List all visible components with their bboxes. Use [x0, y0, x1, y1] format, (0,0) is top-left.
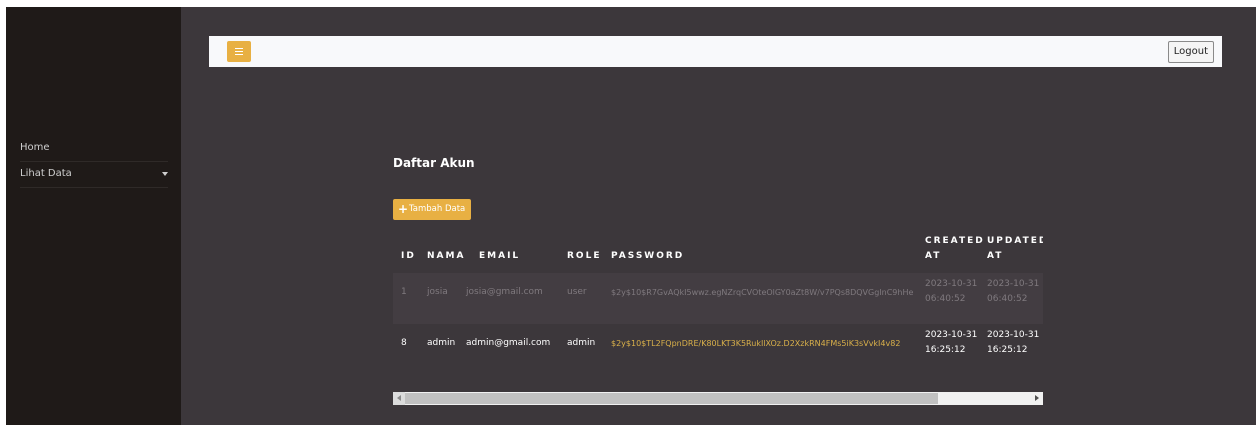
- add-data-button[interactable]: + Tambah Data: [393, 199, 471, 220]
- column-header-created-line1: CREATED: [925, 236, 985, 246]
- table-row: 8 admin admin@gmail.com admin $2y$10$TL2…: [393, 324, 1043, 375]
- cell-created-time: 06:40:52: [925, 294, 966, 304]
- sidebar-toggle-button[interactable]: [227, 41, 251, 62]
- menu-bar: [235, 48, 243, 49]
- sidebar-item-home[interactable]: Home: [20, 135, 168, 162]
- column-header-role: ROLE: [567, 251, 602, 261]
- cell-created-date: 2023-10-31: [925, 330, 978, 340]
- scrollbar-thumb[interactable]: [405, 393, 938, 404]
- column-header-nama: NAMA: [427, 251, 466, 261]
- table-horizontal-scrollbar[interactable]: [393, 392, 1043, 405]
- column-header-email: EMAIL: [479, 251, 521, 261]
- column-header-created-line2: AT: [925, 251, 942, 261]
- page-title: Daftar Akun: [393, 156, 475, 170]
- cell-password: $2y$10$R7GvAQkI5wwz.egNZrqCVOteOlGY0aZt8…: [611, 288, 914, 297]
- add-data-label: Tambah Data: [409, 204, 466, 214]
- logout-button[interactable]: Logout: [1167, 41, 1214, 63]
- cell-created-date: 2023-10-31: [925, 279, 978, 289]
- menu-bar: [235, 54, 243, 55]
- cell-created-time: 16:25:12: [925, 345, 966, 355]
- cell-email: admin@gmail.com: [466, 338, 551, 348]
- column-header-password: PASSWORD: [611, 251, 685, 261]
- cell-updated-time: 06:40:52: [987, 294, 1028, 304]
- sidebar-item-label: Home: [20, 142, 50, 153]
- cell-updated-time: 16:25:12: [987, 345, 1028, 355]
- caret-down-icon: [162, 172, 168, 176]
- cell-role: user: [567, 287, 587, 297]
- scroll-left-arrow-icon[interactable]: [393, 392, 405, 405]
- accounts-table: ID NAMA EMAIL ROLE PASSWORD CREATED AT U…: [393, 227, 1043, 387]
- sidebar-item-label: Lihat Data: [20, 168, 72, 179]
- cell-email: josia@gmail.com: [466, 287, 543, 297]
- sidebar-item-lihat-data[interactable]: Lihat Data: [20, 161, 168, 188]
- sidebar: Home Lihat Data: [6, 7, 181, 425]
- cell-id: 8: [401, 338, 407, 348]
- cell-nama: admin: [427, 338, 456, 348]
- scroll-right-arrow-icon[interactable]: [1031, 392, 1043, 405]
- plus-icon: +: [398, 202, 409, 216]
- cell-updated-date: 2023-10-31: [987, 330, 1040, 340]
- cell-id: 1: [401, 287, 407, 297]
- column-header-id: ID: [401, 251, 416, 261]
- column-header-updated-line1: UPDATED: [987, 236, 1043, 246]
- top-navbar: Logout: [209, 36, 1222, 67]
- cell-updated-date: 2023-10-31: [987, 279, 1040, 289]
- cell-nama: josia: [427, 287, 448, 297]
- cell-role: admin: [567, 338, 596, 348]
- column-header-updated-line2: AT: [987, 251, 1004, 261]
- menu-bar: [235, 51, 243, 52]
- app-frame: Home Lihat Data Logout Daftar Akun + Tam…: [6, 7, 1256, 425]
- cell-password: $2y$10$TL2FQpnDRE/K80LKT3K5RukIlXOz.D2Xz…: [611, 339, 901, 348]
- table-row: 1 josia josia@gmail.com user $2y$10$R7Gv…: [393, 273, 1043, 324]
